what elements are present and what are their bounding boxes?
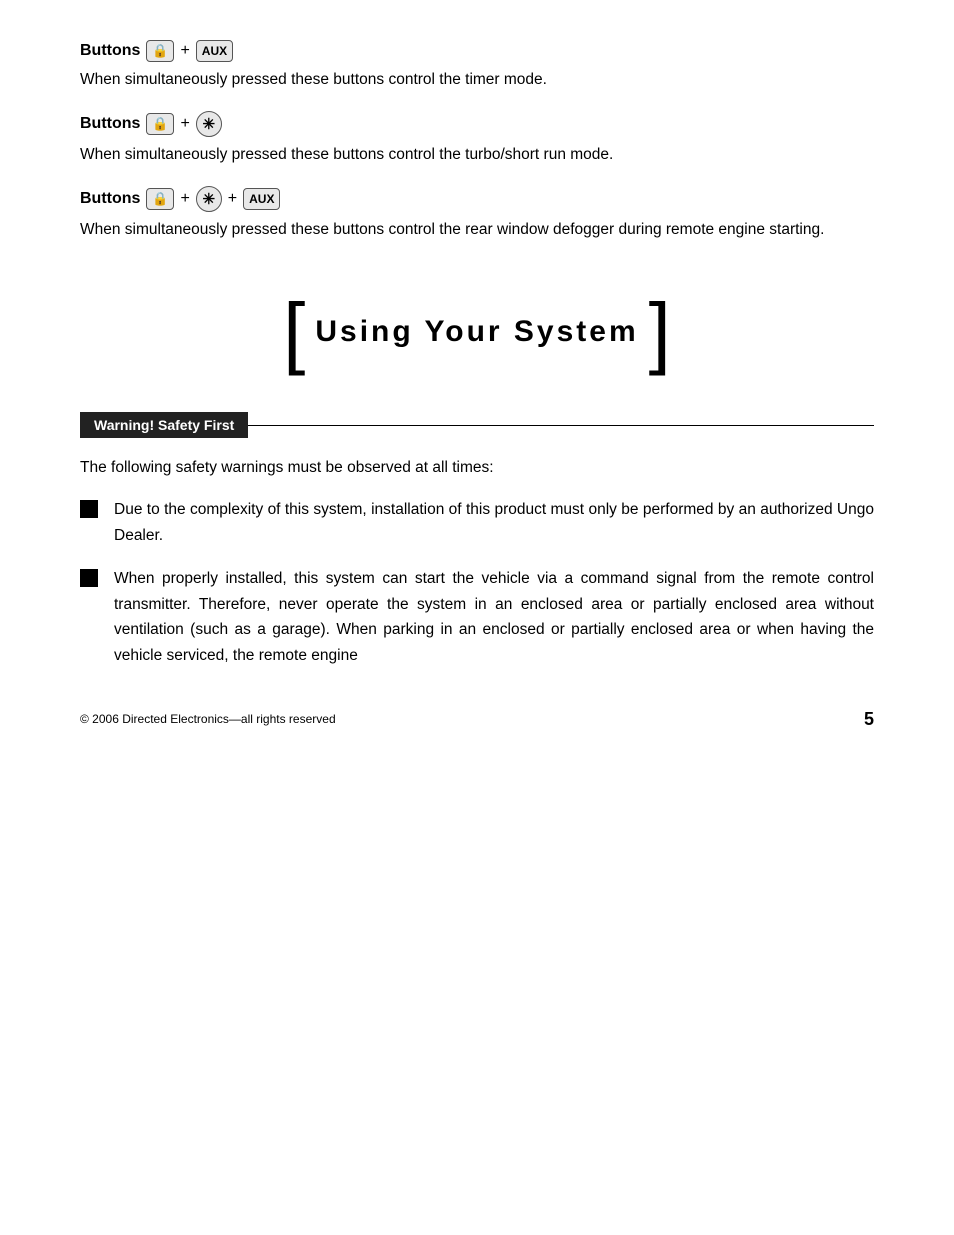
warning-divider-line xyxy=(248,425,874,427)
footer-page-number: 5 xyxy=(864,709,874,730)
warning-section: Warning! Safety First The following safe… xyxy=(80,412,874,668)
buttons-text-2: Buttons xyxy=(80,115,140,133)
aux-icon-2: AUX xyxy=(243,188,280,210)
plus-4: + xyxy=(228,190,237,208)
footer-copyright: © 2006 Directed Electronics—all rights r… xyxy=(80,712,336,726)
bracket-left: [ xyxy=(283,292,305,372)
section-title: Using Your System xyxy=(315,315,638,349)
buttons-star-section: Buttons 🔒 + ✳ When simultaneously presse… xyxy=(80,111,874,168)
warning-bar: Warning! Safety First xyxy=(80,412,248,438)
warning-intro: The following safety warnings must be ob… xyxy=(80,456,874,481)
plus-1: + xyxy=(180,42,189,60)
section-title-box: [ Using Your System ] xyxy=(80,292,874,372)
buttons-aux-description: When simultaneously pressed these button… xyxy=(80,68,874,93)
buttons-aux-section: Buttons 🔒 + AUX When simultaneously pres… xyxy=(80,40,874,93)
plus-2: + xyxy=(180,115,189,133)
buttons-text-3: Buttons xyxy=(80,190,140,208)
aux-icon-1: AUX xyxy=(196,40,233,62)
page-content: Buttons 🔒 + AUX When simultaneously pres… xyxy=(80,40,874,730)
bullet-square-2 xyxy=(80,569,98,587)
bullet-text-2: When properly installed, this system can… xyxy=(114,566,874,668)
star-icon-2: ✳ xyxy=(196,186,222,212)
buttons-star-aux-label: Buttons 🔒 + ✳ + AUX xyxy=(80,186,874,212)
bullet-item-2: When properly installed, this system can… xyxy=(80,566,874,668)
plus-3: + xyxy=(180,190,189,208)
lock-icon-2: 🔒 xyxy=(146,113,174,135)
buttons-star-description: When simultaneously pressed these button… xyxy=(80,143,874,168)
buttons-text-1: Buttons xyxy=(80,42,140,60)
lock-icon-3: 🔒 xyxy=(146,188,174,210)
warning-header-row: Warning! Safety First xyxy=(80,412,874,438)
buttons-star-label: Buttons 🔒 + ✳ xyxy=(80,111,874,137)
buttons-star-aux-description: When simultaneously pressed these button… xyxy=(80,218,874,243)
buttons-aux-label: Buttons 🔒 + AUX xyxy=(80,40,874,62)
bullet-text-1: Due to the complexity of this system, in… xyxy=(114,497,874,548)
bracket-right: ] xyxy=(649,292,671,372)
bullet-item-1: Due to the complexity of this system, in… xyxy=(80,497,874,548)
lock-icon-1: 🔒 xyxy=(146,40,174,62)
footer: © 2006 Directed Electronics—all rights r… xyxy=(80,709,874,730)
bullet-list: Due to the complexity of this system, in… xyxy=(80,497,874,668)
bullet-square-1 xyxy=(80,500,98,518)
star-icon-1: ✳ xyxy=(196,111,222,137)
buttons-star-aux-section: Buttons 🔒 + ✳ + AUX When simultaneously … xyxy=(80,186,874,243)
